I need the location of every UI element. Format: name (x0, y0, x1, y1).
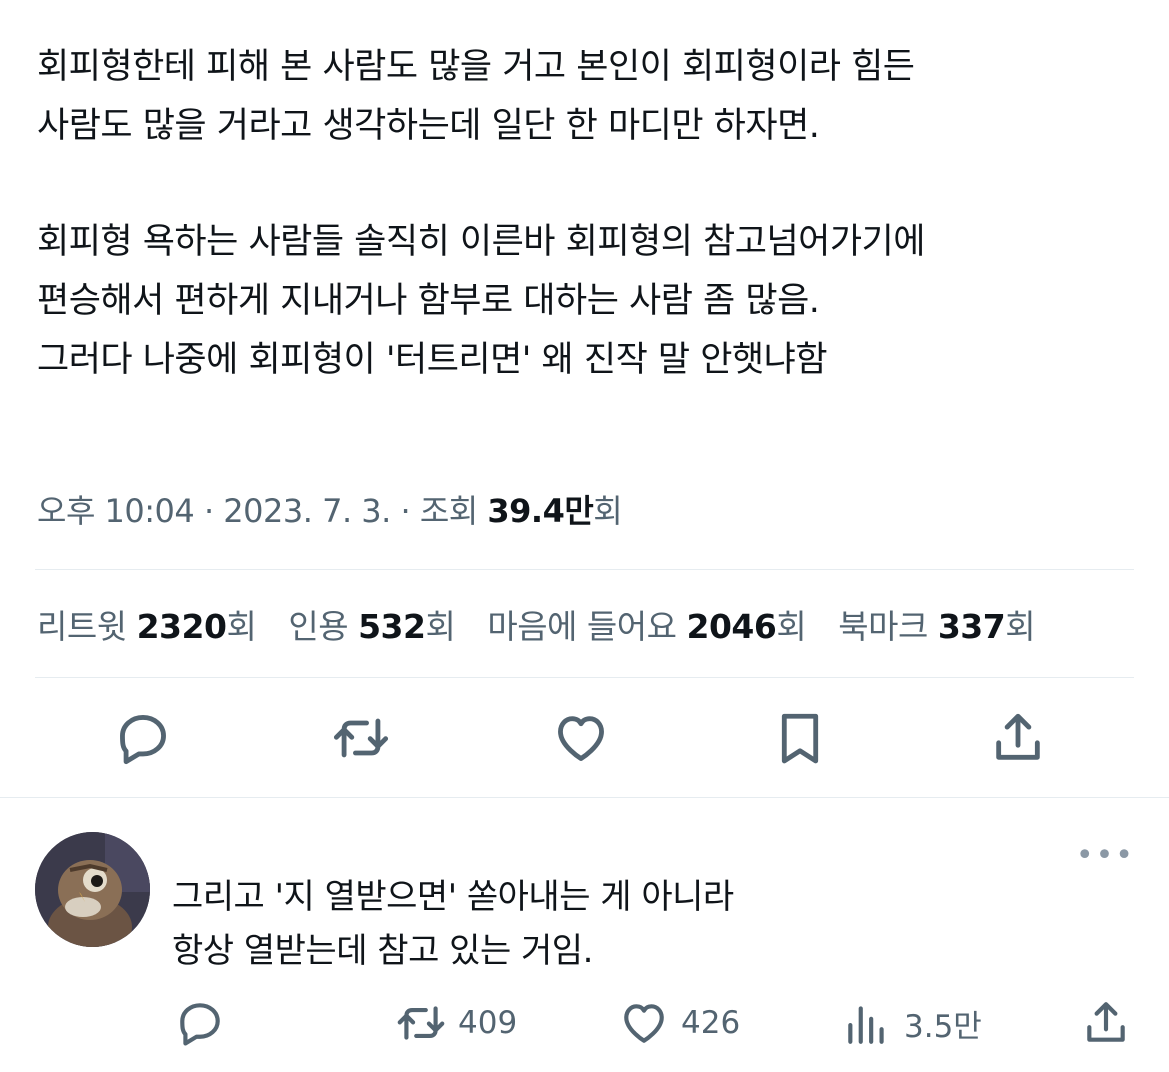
tweet-line: 회피형한테 피해 본 사람도 많을 거고 본인이 회피형이라 힘든 (37, 47, 915, 87)
reply-line: 항상 열받는데 참고 있는 거임. (172, 931, 593, 971)
views-label: 조회 (419, 492, 478, 530)
reply-button[interactable] (111, 706, 175, 770)
reply-views-button[interactable]: 3.5만 (842, 998, 982, 1048)
reply-icon (120, 715, 166, 765)
reply-like-count: 426 (681, 1005, 741, 1041)
tweet-date[interactable]: 2023. 7. 3. (223, 492, 391, 530)
divider (35, 569, 1134, 570)
tweet-line: 사람도 많을 거라고 생각하는데 일단 한 마디만 하자면. (37, 106, 820, 146)
reply-tweet: ••• 그리고 '지 열받으면' 쏟아내는 게 아니라 항상 열받는데 참고 있… (0, 798, 1169, 1072)
bookmark-button[interactable] (768, 706, 832, 770)
tweet-action-bar (0, 706, 1169, 770)
reply-share-button[interactable] (1081, 998, 1143, 1048)
retweet-button[interactable] (329, 706, 393, 770)
more-options-icon[interactable]: ••• (1076, 838, 1135, 873)
tweet-text: 회피형한테 피해 본 사람도 많을 거고 본인이 회피형이라 힘든 사람도 많을… (37, 38, 1137, 390)
share-button[interactable] (986, 706, 1050, 770)
tweet-line: 편승해서 편하게 지내거나 함부로 대하는 사람 좀 많음. (37, 281, 820, 321)
heart-icon (558, 716, 604, 761)
bookmarks-stat[interactable]: 북마크 337회 (838, 607, 1035, 646)
owl-avatar-icon (35, 832, 150, 947)
tweet-line: 그러다 나중에 회피형이 '터트리면' 왜 진작 말 안햇냐함 (37, 340, 828, 380)
tweet-meta: 오후 10:04 · 2023. 7. 3. · 조회 39.4만회 (37, 486, 623, 532)
reply-like-button[interactable]: 426 (619, 998, 740, 1048)
reply-retweet-button[interactable]: 409 (396, 998, 517, 1048)
likes-stat[interactable]: 마음에 들어요 2046회 (487, 607, 806, 646)
views-unit: 회 (593, 492, 623, 530)
views-count: 39.4만 (487, 492, 594, 530)
heart-icon (624, 1004, 664, 1043)
reply-line: 그리고 '지 열받으면' 쏟아내는 게 아니라 (172, 877, 734, 917)
like-button[interactable] (549, 706, 613, 770)
retweet-icon (333, 718, 389, 758)
views-chart-icon (848, 1006, 884, 1044)
tweet-stats: 리트윗 2320회 인용 532회 마음에 들어요 2046회 북마크 337회 (37, 600, 1057, 648)
quotes-stat[interactable]: 인용 532회 (288, 607, 455, 646)
avatar[interactable] (35, 832, 150, 947)
tweet-time[interactable]: 오후 10:04 (37, 492, 195, 530)
share-icon (996, 713, 1040, 760)
divider (35, 677, 1134, 678)
reply-view-count: 3.5만 (904, 1008, 982, 1045)
retweets-stat[interactable]: 리트윗 2320회 (37, 607, 257, 646)
share-icon (1087, 1002, 1125, 1042)
tweet-line: 회피형 욕하는 사람들 솔직히 이른바 회피형의 참고넘어가기에 (37, 222, 925, 262)
retweet-icon (397, 1006, 445, 1040)
bookmark-icon (781, 713, 819, 764)
reply-reply-button[interactable] (175, 998, 237, 1048)
meta-separator: · (390, 492, 420, 530)
reply-text: 그리고 '지 열받으면' 쏟아내는 게 아니라 항상 열받는데 참고 있는 거임… (172, 870, 734, 978)
reply-icon (180, 1003, 220, 1046)
meta-separator: · (194, 492, 224, 530)
reply-retweet-count: 409 (458, 1005, 518, 1041)
